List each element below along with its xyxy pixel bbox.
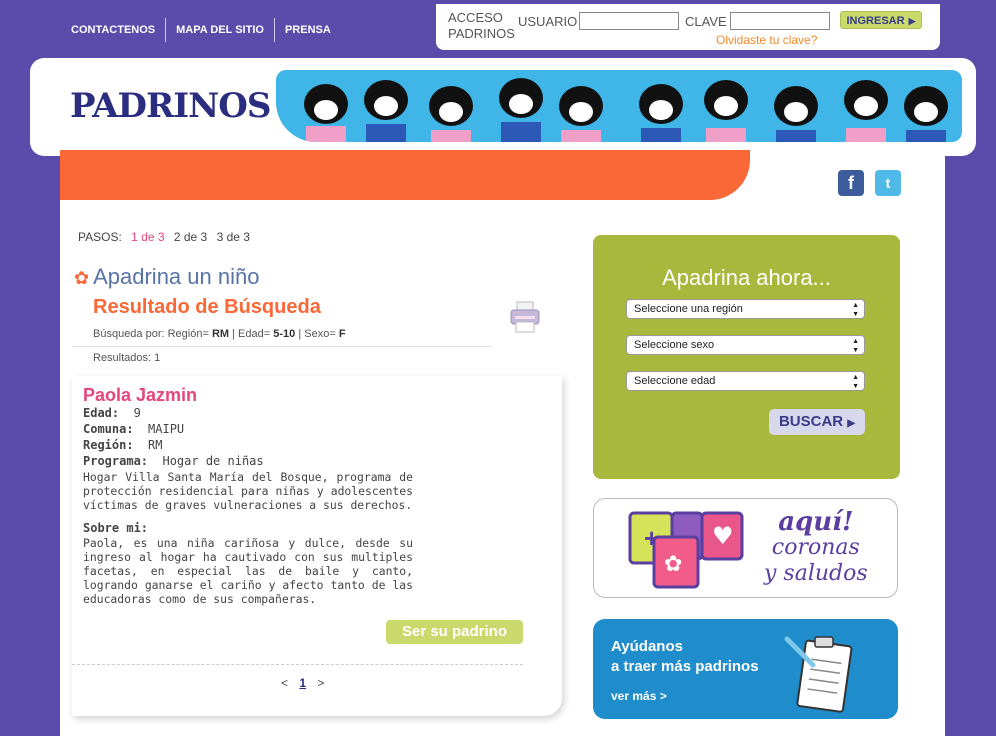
about-text: Paola, es una niña cariñosa y dulce, des…	[83, 536, 413, 606]
result-title: Resultado de Búsqueda	[93, 296, 321, 318]
children-banner-image	[276, 70, 962, 142]
page-1[interactable]: 1	[299, 676, 306, 690]
prev-page-button[interactable]: <	[281, 676, 288, 690]
facebook-icon[interactable]: f	[838, 170, 864, 196]
select-arrows-icon: ▲ ▼	[852, 374, 859, 390]
select-arrows-icon: ▲ ▼	[852, 338, 859, 354]
child-comuna: Comuna: MAIPU	[83, 422, 185, 436]
login-submit-button[interactable]: INGRESAR ▶	[840, 11, 922, 29]
top-nav: CONTACTENOS MAPA DEL SITIO PRENSA	[60, 18, 341, 42]
sex-select[interactable]: Seleccione sexo ▲ ▼	[626, 335, 865, 355]
child-age: Edad: 9	[83, 406, 141, 420]
nav-prensa[interactable]: PRENSA	[273, 18, 341, 42]
login-box: ACCESO PADRINOS USUARIO CLAVE INGRESAR ▶ …	[436, 4, 940, 50]
svg-text:✿: ✿	[664, 552, 682, 577]
step-2[interactable]: 2 de 3	[174, 230, 207, 244]
username-input[interactable]	[579, 12, 679, 30]
sponsor-child-button[interactable]: Ser su padrino	[386, 620, 523, 644]
print-icon[interactable]	[509, 300, 541, 334]
content-panel: f t PASOS: 1 de 3 2 de 3 3 de 3 ✿ Apadrin…	[60, 150, 945, 736]
coronas-saludos-banner[interactable]: + ♥ ✿ aquí! coronas y saludos	[593, 498, 898, 598]
login-title: ACCESO PADRINOS	[448, 10, 515, 41]
child-card: Paola Jazmin Edad: 9 Comuna: MAIPU Regió…	[72, 376, 562, 716]
clipboard-icon	[784, 636, 853, 713]
nav-contactenos[interactable]: CONTACTENOS	[60, 18, 165, 42]
divider	[72, 346, 492, 347]
sponsor-title: Apadrina ahora...	[662, 265, 831, 290]
select-arrows-icon: ▲ ▼	[852, 302, 859, 318]
svg-text:♥: ♥	[712, 522, 734, 550]
section-title: ✿ Apadrina un niño	[74, 264, 260, 289]
child-region: Región: RM	[83, 438, 163, 452]
orange-band	[60, 150, 750, 200]
site-logo[interactable]: PADRINOS	[70, 86, 271, 126]
sponsor-now-box: Apadrina ahora... Seleccione una región …	[593, 235, 900, 479]
promo-text: aquí! coronas y saludos	[764, 507, 868, 586]
promo2-title: Ayúdanos a traer más padrinos	[611, 638, 759, 675]
twitter-icon[interactable]: t	[875, 170, 901, 196]
about-label: Sobre mi:	[83, 521, 149, 535]
password-label: CLAVE	[685, 14, 727, 29]
password-input[interactable]	[730, 12, 830, 30]
dotted-divider	[72, 664, 523, 665]
forgot-password-link[interactable]: Olvidaste tu clave?	[716, 33, 817, 47]
search-button[interactable]: BUSCAR ▶	[769, 409, 865, 435]
child-program: Programa: Hogar de niñas	[83, 454, 264, 468]
username-label: USUARIO	[518, 14, 578, 29]
child-name: Paola Jazmin	[83, 385, 198, 405]
pagination: < 1 >	[277, 676, 328, 690]
step-1[interactable]: 1 de 3	[131, 230, 164, 244]
program-description: Hogar Villa Santa María del Bosque, prog…	[83, 470, 413, 512]
step-3[interactable]: 3 de 3	[217, 230, 250, 244]
refer-sponsors-banner[interactable]: Ayúdanos a traer más padrinos ver más >	[593, 619, 898, 719]
steps-indicator: PASOS: 1 de 3 2 de 3 3 de 3	[78, 230, 250, 244]
region-select[interactable]: Seleccione una región ▲ ▼	[626, 299, 865, 319]
flower-icon: ✿	[74, 268, 90, 288]
header: PADRINOS	[30, 58, 976, 156]
arrow-right-icon: ▶	[908, 16, 916, 26]
nav-mapa-del-sitio[interactable]: MAPA DEL SITIO	[165, 18, 274, 42]
search-criteria: Búsqueda por: Región= RM | Edad= 5-10 | …	[93, 328, 346, 340]
next-page-button[interactable]: >	[317, 676, 324, 690]
results-count: Resultados: 1	[93, 352, 161, 364]
arrow-right-icon: ▶	[847, 418, 856, 429]
cards-illustration: + ♥ ✿	[628, 511, 744, 589]
age-select[interactable]: Seleccione edad ▲ ▼	[626, 371, 865, 391]
see-more-link[interactable]: ver más >	[611, 689, 667, 703]
